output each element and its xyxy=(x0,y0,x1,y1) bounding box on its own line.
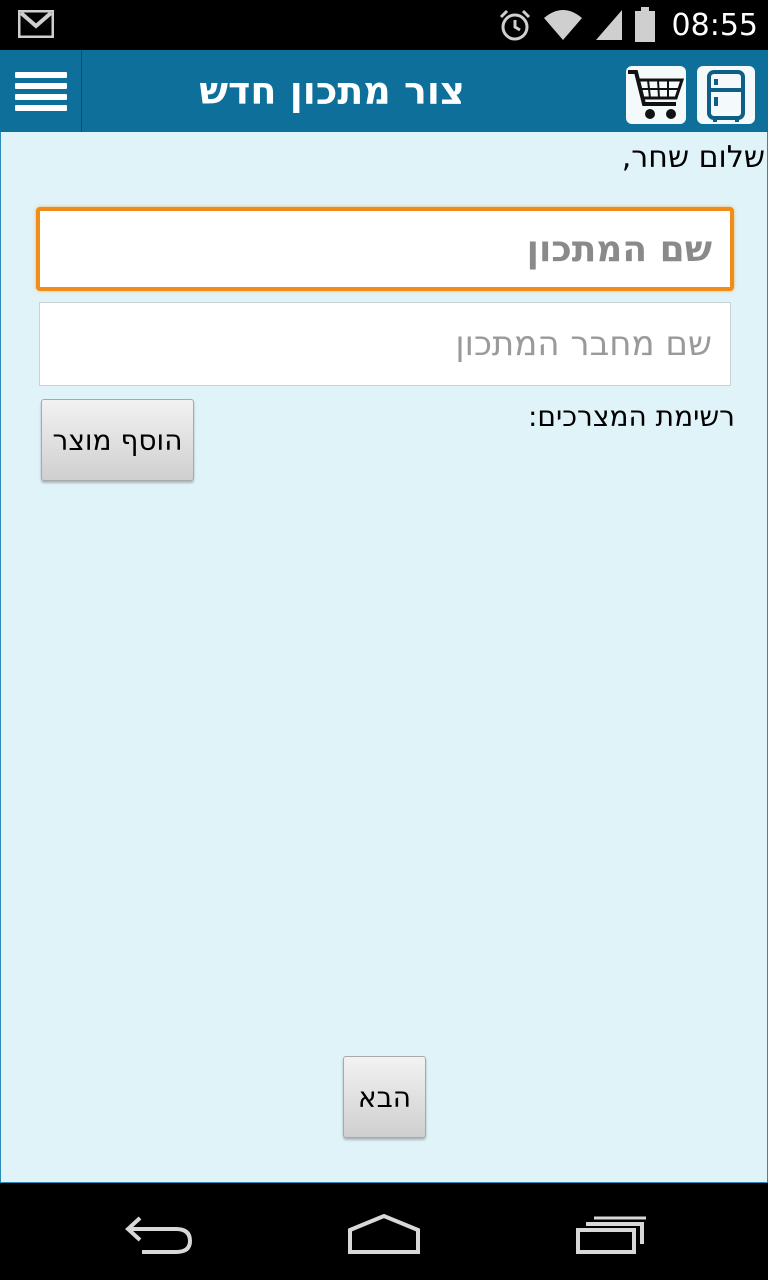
action-bar: צור מתכון חדש xyxy=(0,50,768,132)
recents-button[interactable] xyxy=(570,1208,650,1258)
fridge-icon xyxy=(707,70,745,122)
back-icon xyxy=(125,1216,193,1254)
cart-icon xyxy=(628,70,685,119)
menu-icon xyxy=(14,67,67,116)
home-button[interactable] xyxy=(344,1208,424,1258)
recipe-name-input[interactable] xyxy=(40,211,730,287)
recents-icon xyxy=(576,1216,646,1254)
signal-icon xyxy=(595,10,622,40)
home-icon xyxy=(348,1213,420,1254)
menu-button[interactable] xyxy=(0,50,82,132)
clock: 08:55 xyxy=(671,7,758,43)
cart-button[interactable] xyxy=(626,66,686,124)
fridge-button[interactable] xyxy=(697,66,755,124)
greeting-text: שלום שחר, xyxy=(621,140,765,175)
gmail-icon xyxy=(18,10,54,38)
navigation-bar xyxy=(0,1186,768,1280)
wifi-icon xyxy=(543,10,582,40)
recipe-author-field[interactable] xyxy=(39,302,731,386)
ingredients-label: רשימת המצרכים: xyxy=(527,400,735,433)
next-button[interactable]: הבא xyxy=(343,1056,426,1138)
status-icons: 08:55 xyxy=(498,6,758,44)
battery-icon xyxy=(634,7,655,42)
recipe-author-input[interactable] xyxy=(40,303,730,385)
recipe-name-field[interactable] xyxy=(36,207,734,291)
app-screen: 08:55 צור מתכון חדש שלום שחר, שם המתכון … xyxy=(0,0,768,1280)
add-product-button[interactable]: הוסף מוצר xyxy=(41,399,194,481)
alarm-icon xyxy=(499,9,530,41)
back-button[interactable] xyxy=(120,1208,200,1258)
page-title: צור מתכון חדש xyxy=(199,69,465,113)
content-area: שלום שחר, רשימת המצרכים: הוסף מוצר הבא xyxy=(0,132,768,1183)
status-bar: 08:55 xyxy=(0,0,768,50)
